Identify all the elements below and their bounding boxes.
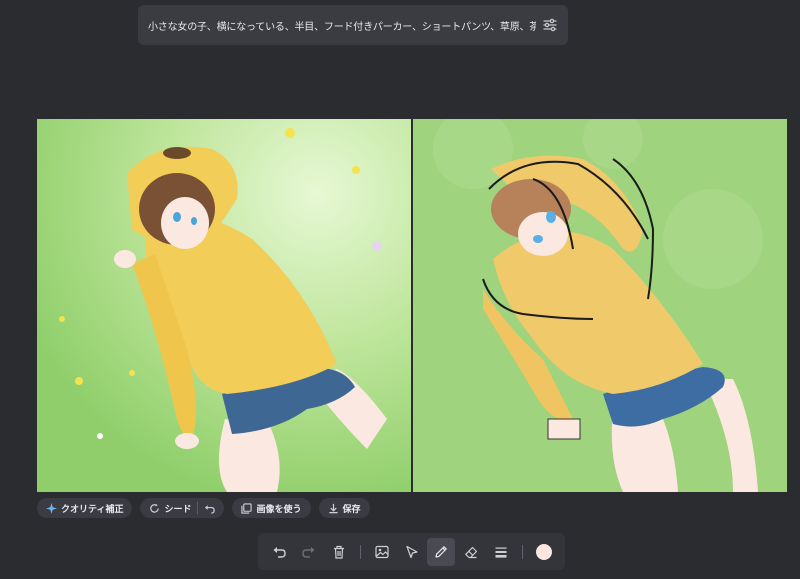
quality-boost-label: クオリティ補正 bbox=[61, 504, 124, 515]
image-actions: クオリティ補正 シード 画像を使う 保存 bbox=[37, 498, 370, 518]
eraser-tool[interactable] bbox=[457, 538, 485, 566]
undo-seed-icon[interactable] bbox=[204, 503, 216, 514]
canvas-area bbox=[37, 119, 787, 492]
prompt-bar[interactable]: 小さな女の子、横になっている、半目、フード付きパーカー、ショートパンツ、草原、茶… bbox=[138, 5, 568, 45]
sliders-icon[interactable] bbox=[542, 17, 558, 33]
undo-icon bbox=[273, 546, 286, 558]
pencil-icon bbox=[435, 545, 448, 558]
save-label: 保存 bbox=[342, 504, 361, 515]
undo-button[interactable] bbox=[265, 538, 293, 566]
seed-separator bbox=[197, 502, 199, 514]
copy-image-icon bbox=[241, 502, 253, 514]
download-icon bbox=[328, 503, 338, 513]
prompt-input[interactable]: 小さな女の子、横になっている、半目、フード付きパーカー、ショートパンツ、草原、茶… bbox=[148, 18, 536, 33]
brush-color-swatch bbox=[536, 543, 553, 560]
delete-button[interactable] bbox=[325, 538, 353, 566]
use-image-button[interactable]: 画像を使う bbox=[232, 498, 311, 518]
cursor-icon bbox=[405, 545, 418, 558]
stroke-width-icon bbox=[495, 547, 507, 558]
redo-button[interactable] bbox=[295, 538, 323, 566]
save-button[interactable]: 保存 bbox=[318, 498, 370, 518]
sparkle-icon bbox=[46, 502, 57, 514]
image-icon bbox=[375, 545, 389, 558]
select-tool[interactable] bbox=[398, 538, 426, 566]
sketch-canvas[interactable] bbox=[413, 119, 787, 492]
pencil-tool[interactable] bbox=[427, 537, 456, 566]
trash-icon bbox=[333, 545, 344, 559]
image-tool[interactable] bbox=[368, 538, 396, 566]
toolbar-separator bbox=[359, 544, 361, 559]
generated-image bbox=[37, 119, 411, 492]
brush-color-picker[interactable] bbox=[530, 538, 558, 566]
redo-icon bbox=[302, 546, 315, 558]
eraser-icon bbox=[465, 546, 478, 558]
use-image-label: 画像を使う bbox=[256, 504, 302, 515]
refresh-icon bbox=[150, 503, 160, 513]
toolbar-separator bbox=[522, 544, 524, 559]
seed-button[interactable]: シード bbox=[140, 498, 225, 518]
quality-boost-button[interactable]: クオリティ補正 bbox=[37, 498, 133, 518]
seed-label: シード bbox=[164, 504, 192, 515]
stroke-width-tool[interactable] bbox=[487, 538, 515, 566]
drawing-toolbar bbox=[258, 533, 565, 570]
